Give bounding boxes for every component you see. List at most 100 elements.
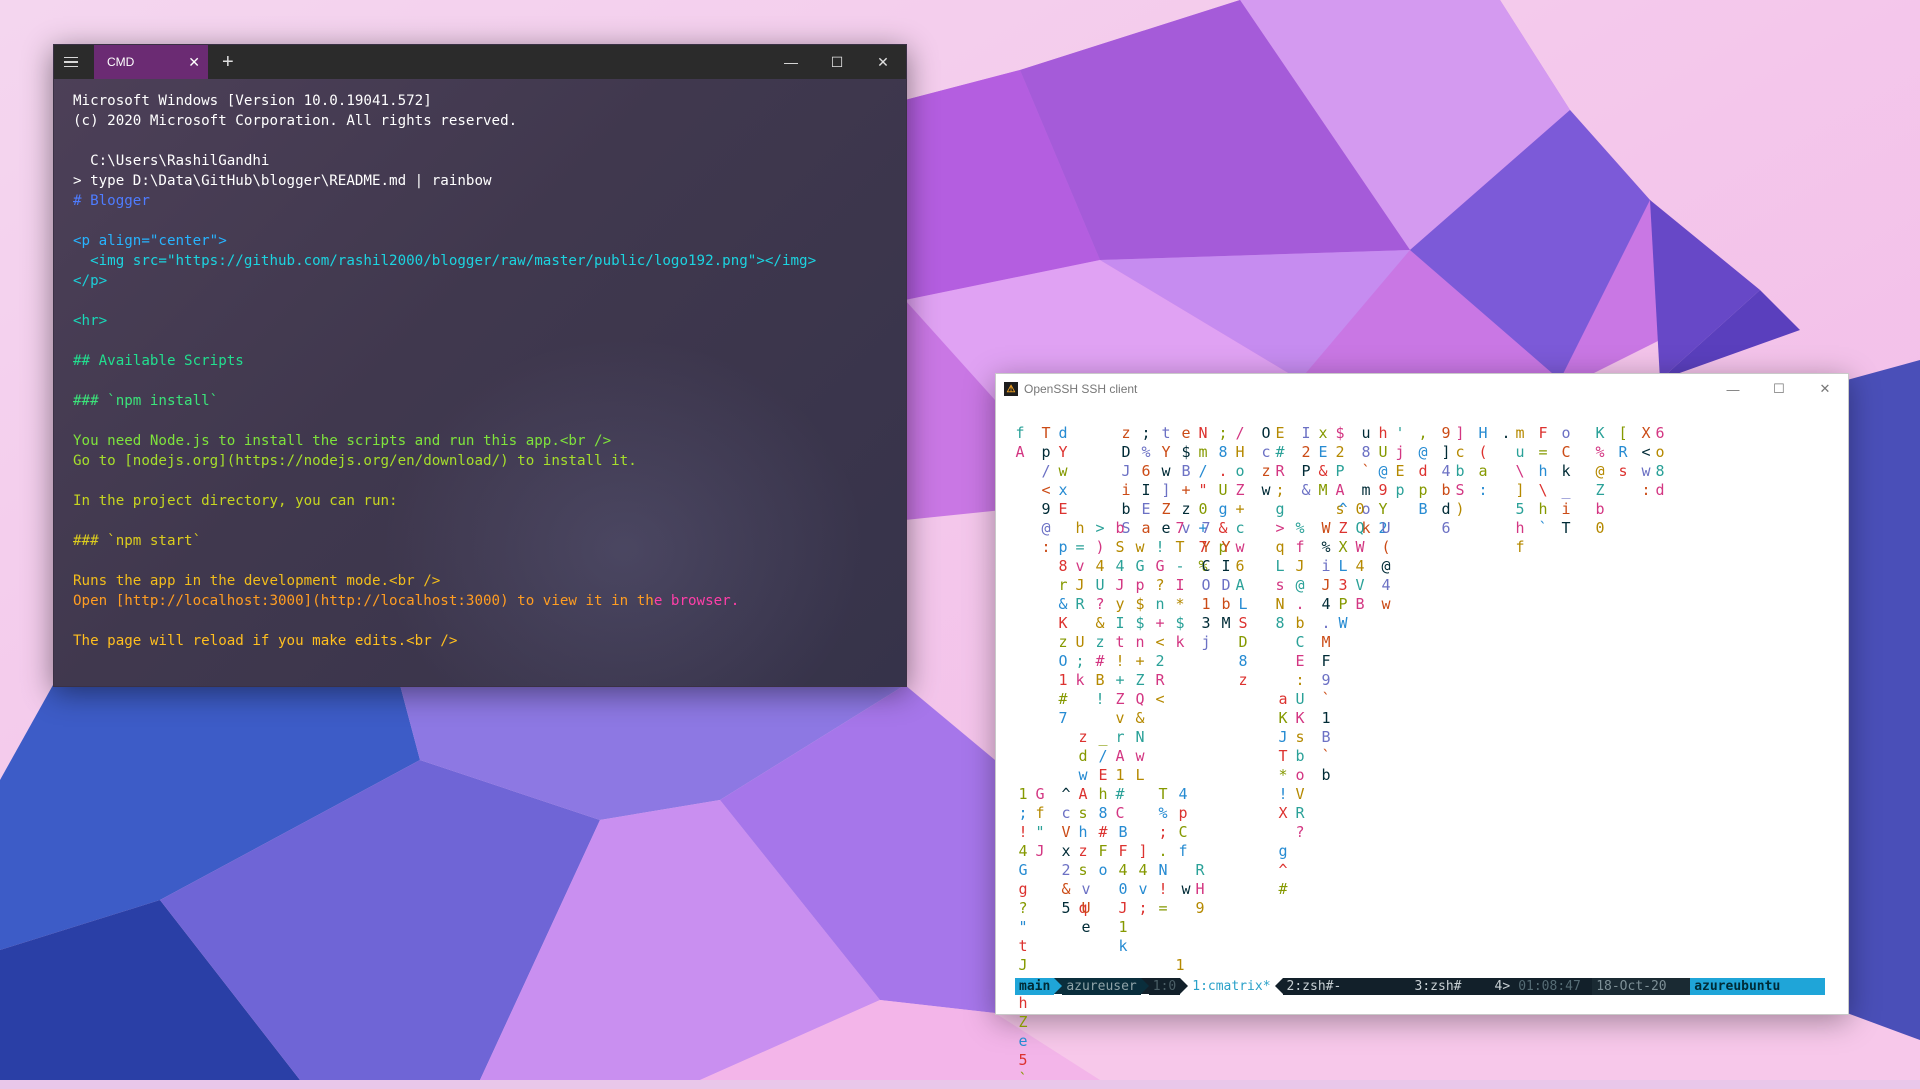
terminal-text: # Blogger (73, 193, 150, 209)
close-icon[interactable]: ✕ (188, 54, 200, 71)
matrix-char: i (1561, 500, 1571, 518)
tab-cmd[interactable]: CMD ✕ (94, 45, 208, 79)
matrix-char (1278, 823, 1288, 842)
matrix-char: K (1278, 709, 1288, 727)
status-window-active[interactable]: 1:cmatrix* (1188, 978, 1275, 995)
matrix-char: 1 (1058, 671, 1068, 689)
matrix-char: B (1321, 728, 1331, 746)
matrix-char: 5 (1515, 500, 1525, 518)
matrix-char: x (1318, 424, 1328, 442)
matrix-char: g (1278, 842, 1288, 860)
terminal-text: ## Available Scripts (73, 353, 244, 369)
matrix-char: + (1181, 481, 1191, 499)
matrix-char: ? (1295, 823, 1305, 841)
matrix-char: 4 (1095, 557, 1105, 575)
cmd-titlebar[interactable]: CMD ✕ + — ☐ ✕ (54, 45, 906, 79)
matrix-char: K (1058, 614, 1068, 632)
matrix-char: D (1121, 443, 1131, 461)
matrix-char: H (1478, 424, 1488, 442)
matrix-column: a K J T *! X g ^ # (1278, 690, 1288, 899)
matrix-char: @ (1295, 576, 1305, 594)
matrix-char: w (1078, 766, 1088, 784)
close-button[interactable]: ✕ (860, 45, 906, 79)
matrix-column: 1;!4Gg?"tJ0hZe5` (1018, 785, 1028, 1089)
matrix-char: I (1115, 614, 1125, 632)
matrix-char: A (1078, 785, 1088, 803)
matrix-char: 4 (1115, 557, 1125, 575)
terminal-text: <hr> (73, 313, 108, 329)
matrix-column: ^ Z X L 3 P W (1338, 500, 1348, 633)
matrix-char: a (1278, 690, 1288, 708)
matrix-char: 5 (1018, 1051, 1028, 1069)
matrix-char: G (1018, 861, 1028, 879)
terminal-text: ### `npm install` (73, 393, 219, 409)
matrix-char: E (1318, 443, 1328, 461)
matrix-char: A (1015, 443, 1025, 461)
matrix-char: ^ (1278, 861, 1288, 879)
matrix-char: _ (1098, 728, 1108, 746)
new-tab-button[interactable]: + (222, 45, 234, 79)
matrix-char: f (1295, 538, 1305, 556)
matrix-char: e (1161, 519, 1171, 537)
matrix-char: 1 (1118, 918, 1128, 936)
separator-arrow (1180, 978, 1189, 994)
matrix-char: U (1381, 519, 1391, 537)
matrix-char: h (1018, 994, 1028, 1012)
terminal-line: </p> (73, 271, 816, 291)
matrix-char: f (1178, 842, 1188, 860)
terminal-text: <img src="https://github.com/rashil2000/… (73, 253, 817, 269)
maximize-button[interactable]: ☐ (814, 45, 860, 79)
matrix-char: U (1378, 443, 1388, 461)
matrix-column: vUe (1081, 880, 1091, 937)
matrix-char: / (1198, 462, 1208, 480)
matrix-char: S (1115, 538, 1125, 556)
matrix-char: ! (1095, 690, 1105, 708)
matrix-char: 0 (1198, 500, 1208, 518)
matrix-char: 4 (1381, 576, 1391, 594)
matrix-char: & (1095, 614, 1105, 632)
status-window-count: 4> (1490, 978, 1515, 995)
matrix-char: - (1175, 557, 1185, 575)
matrix-char: k (1075, 671, 1085, 689)
matrix-char: b (1115, 519, 1125, 537)
matrix-char: Y (1201, 538, 1211, 556)
matrix-char: R (1618, 443, 1628, 461)
cmatrix-output[interactable]: fA1;!4Gg?"tJ0hZe5`Tp/<9@:Gf"JdYwxE p8r&K… (1015, 424, 1835, 1088)
matrix-char: e (1018, 1032, 1028, 1050)
matrix-char: K (1295, 709, 1305, 727)
matrix-char: u (1361, 424, 1371, 442)
matrix-char: o (1098, 861, 1108, 879)
matrix-char: v (1075, 557, 1085, 575)
matrix-char: c (1455, 443, 1465, 461)
minimize-button[interactable]: — (768, 45, 814, 79)
maximize-button[interactable]: ☐ (1756, 374, 1802, 404)
matrix-char: C (1178, 823, 1188, 841)
status-window-3[interactable]: 3:zsh# (1410, 978, 1491, 995)
matrix-char: B (1418, 500, 1428, 518)
matrix-char: Y (1221, 538, 1231, 556)
close-button[interactable]: ✕ (1802, 374, 1848, 404)
matrix-char: = (1075, 538, 1085, 556)
matrix-char: Z (1018, 1013, 1028, 1031)
hamburger-icon[interactable] (54, 45, 88, 79)
terminal-body[interactable]: Microsoft Windows [Version 10.0.19041.57… (54, 79, 906, 686)
matrix-char: J (1115, 576, 1125, 594)
matrix-column: h = v J R U; k (1075, 519, 1085, 690)
matrix-char: ; (1138, 899, 1148, 917)
matrix-char: o (1295, 766, 1305, 784)
terminal-line: Microsoft Windows [Version 10.0.19041.57… (73, 91, 816, 111)
matrix-char: 4 (1118, 861, 1128, 879)
matrix-char: m (1198, 443, 1208, 461)
matrix-char: b (1455, 462, 1465, 480)
matrix-char: J (1075, 576, 1085, 594)
minimize-button[interactable]: — (1710, 374, 1756, 404)
status-window-2[interactable]: 2:zsh#- (1282, 978, 1411, 995)
matrix-char: Y (1161, 443, 1171, 461)
ssh-titlebar[interactable]: ⚠ OpenSSH SSH client — ☐ ✕ (996, 374, 1848, 404)
matrix-char: v (1115, 709, 1125, 727)
terminal-text: Runs the app in the development mode.<br… (73, 573, 441, 589)
matrix-char: Z (1235, 481, 1245, 499)
terminal-text: (c) 2020 Microsoft Corporation. All righ… (73, 113, 518, 129)
matrix-char: < (1155, 690, 1165, 708)
